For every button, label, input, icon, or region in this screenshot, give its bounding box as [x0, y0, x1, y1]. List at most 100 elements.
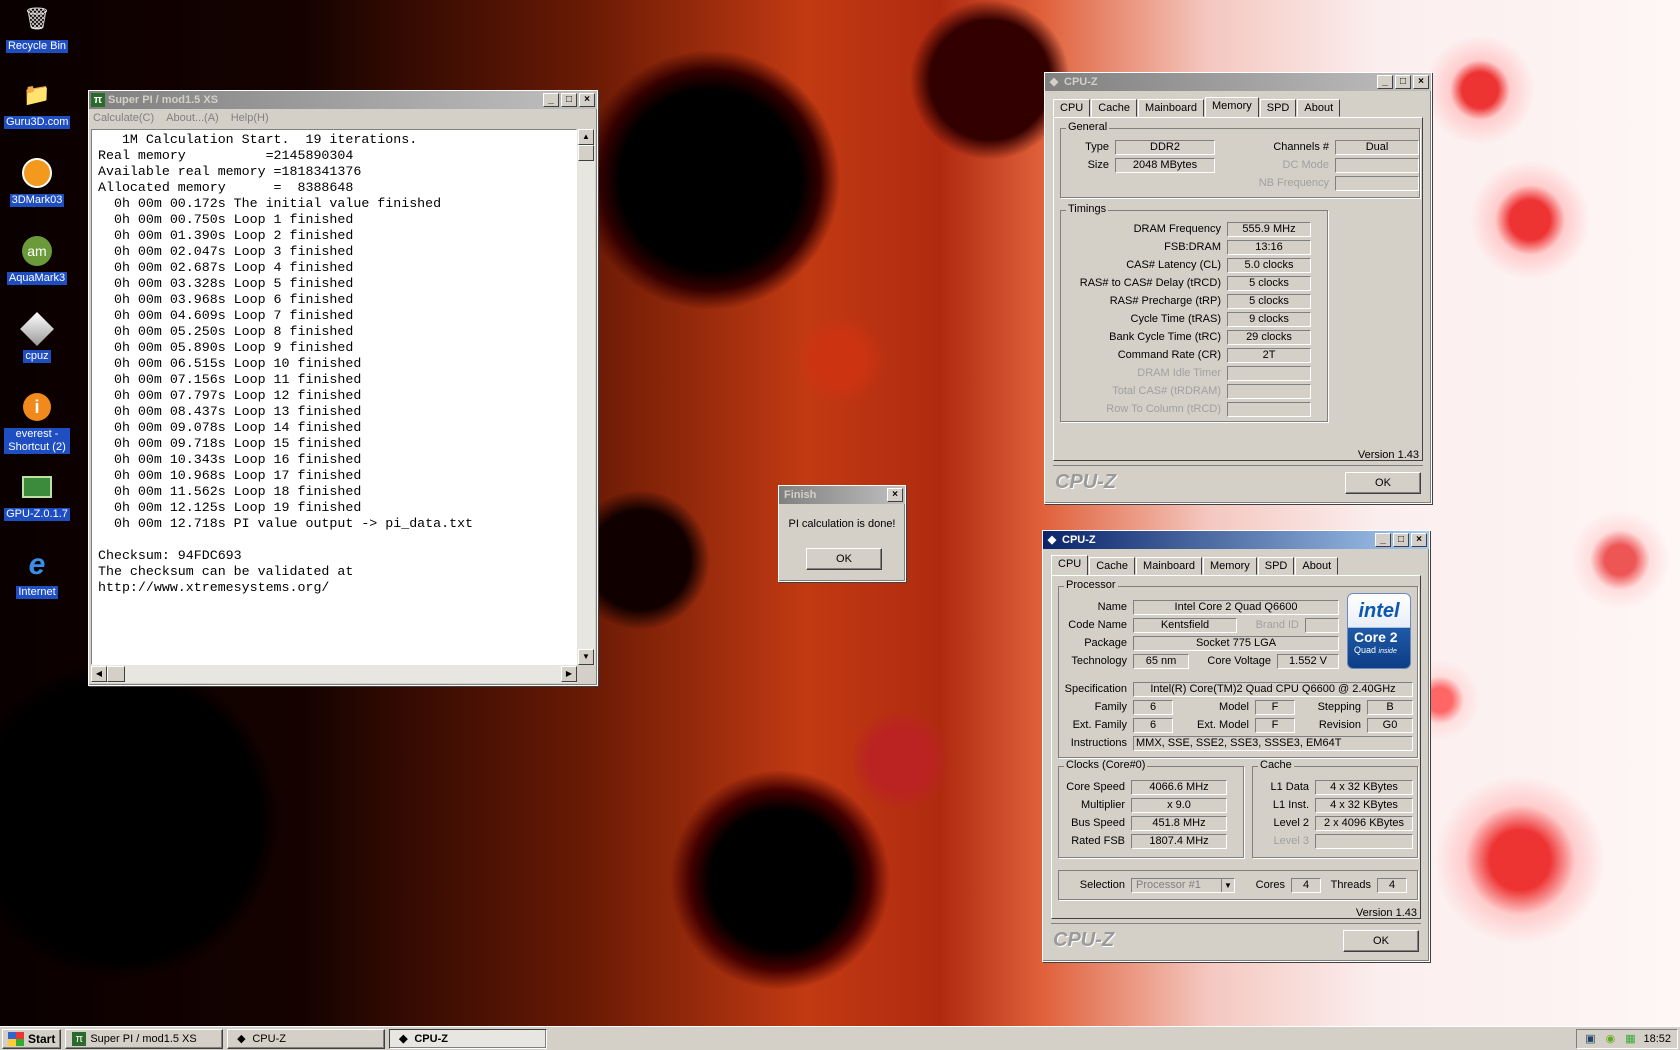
scroll-right-button[interactable]: ▶ — [561, 666, 577, 682]
tab-spd[interactable]: SPD — [1259, 99, 1297, 117]
processor-select[interactable]: Processor #1 ▼ — [1131, 877, 1235, 893]
timing-label: RAS# Precharge (tRP) — [1109, 295, 1221, 307]
desktop-icon-recycle-bin[interactable]: 🗑 Recycle Bin — [4, 2, 70, 53]
desktop-icon-3dmark03[interactable]: 3DMark03 — [4, 156, 70, 207]
task-cpuz-1[interactable]: ◆ CPU-Z — [227, 1028, 386, 1049]
everest-icon: i — [20, 390, 54, 424]
intel-brand: intel — [1358, 600, 1400, 622]
monitor-icon[interactable]: ▦ — [1623, 1033, 1637, 1045]
superpi-titlebar[interactable]: π Super PI / mod1.5 XS _ □ × — [89, 91, 597, 109]
ratedfsb-label: Rated FSB — [1071, 835, 1125, 847]
horizontal-scrollbar[interactable]: ◀ ▶ — [91, 665, 577, 683]
channels-label: Channels # — [1273, 141, 1329, 153]
network-icon[interactable]: ▣ — [1583, 1033, 1597, 1045]
maximize-button[interactable]: □ — [561, 93, 577, 107]
close-button[interactable]: × — [1413, 75, 1429, 89]
scroll-up-button[interactable]: ▲ — [578, 129, 594, 145]
close-button[interactable]: × — [887, 488, 903, 502]
cpuz-logo: CPU-Z — [1055, 471, 1117, 493]
clock[interactable]: 18:52 — [1643, 1033, 1671, 1045]
finish-ok-button[interactable]: OK — [806, 548, 882, 570]
dialog-title: Finish — [784, 489, 817, 501]
maximize-button[interactable]: □ — [1395, 75, 1411, 89]
menu-help[interactable]: Help(H) — [231, 112, 269, 124]
l1inst-value: 4 x 32 KBytes — [1315, 797, 1413, 813]
maximize-button[interactable]: □ — [1393, 533, 1409, 547]
voltage-label: Core Voltage — [1207, 655, 1271, 667]
cpuz-cpu-titlebar[interactable]: ◆ CPU-Z _ □ × — [1043, 531, 1429, 549]
tab-cache[interactable]: Cache — [1091, 99, 1138, 117]
minimize-button[interactable]: _ — [1375, 533, 1391, 547]
tab-cpu[interactable]: CPU — [1051, 555, 1089, 576]
tab-about[interactable]: About — [1295, 557, 1339, 575]
superpi-output-area[interactable]: 1M Calculation Start. 19 iterations. Rea… — [91, 129, 577, 665]
3dmark-icon — [20, 156, 54, 190]
desktop-icon-label: GPU-Z.0.1.7 — [4, 508, 70, 521]
scroll-left-button[interactable]: ◀ — [91, 666, 107, 682]
tab-spd[interactable]: SPD — [1257, 557, 1295, 575]
desktop-icon-gpuz[interactable]: GPU-Z.0.1.7 — [4, 470, 70, 521]
menu-about[interactable]: About...(A) — [166, 112, 219, 124]
vertical-scrollbar[interactable]: ▲ ▼ — [577, 129, 595, 665]
start-button[interactable]: Start — [2, 1028, 62, 1049]
tab-mainboard[interactable]: Mainboard — [1138, 99, 1205, 117]
cpuz-memory-window: ◆ CPU-Z _ □ × CPU Cache Mainboard Memory… — [1044, 72, 1432, 504]
spec-value: Intel(R) Core(TM)2 Quad CPU Q6600 @ 2.40… — [1133, 681, 1413, 697]
superpi-window: π Super PI / mod1.5 XS _ □ × Calculate(C… — [88, 90, 598, 686]
timing-value: 29 clocks — [1227, 329, 1311, 345]
finish-dialog: Finish × PI calculation is done! OK — [778, 485, 906, 582]
desktop-icon-everest[interactable]: i everest - Shortcut (2) — [4, 390, 70, 454]
technology-value: 65 nm — [1133, 653, 1189, 669]
tab-cache[interactable]: Cache — [1089, 557, 1136, 575]
codename-value: Kentsfield — [1133, 617, 1237, 633]
scroll-thumb-horizontal[interactable] — [107, 666, 125, 682]
cpuz-tabs: CPU Cache Mainboard Memory SPD About — [1051, 555, 1421, 576]
nvidia-icon[interactable]: ◉ — [1603, 1033, 1617, 1045]
tab-memory[interactable]: Memory — [1203, 557, 1257, 575]
voltage-value: 1.552 V — [1277, 653, 1339, 669]
desktop-icon-guru3d[interactable]: 📁 Guru3D.com — [4, 78, 71, 129]
tab-mainboard[interactable]: Mainboard — [1136, 557, 1203, 575]
taskbar: Start π Super PI / mod1.5 XS ◆ CPU-Z ◆ C… — [0, 1026, 1680, 1050]
minimize-button[interactable]: _ — [543, 93, 559, 107]
desktop-icon-internet[interactable]: e Internet — [4, 548, 70, 599]
ok-button[interactable]: OK — [1345, 471, 1421, 494]
tab-memory[interactable]: Memory — [1205, 97, 1259, 118]
timing-row: FSB:DRAM 13:16 — [1061, 239, 1311, 255]
ok-button[interactable]: OK — [1343, 929, 1419, 952]
cpuz-app-icon: ◆ — [399, 1032, 408, 1045]
cpuz-memory-titlebar[interactable]: ◆ CPU-Z _ □ × — [1045, 73, 1431, 91]
cpuz-app-icon: ◆ — [1049, 76, 1059, 88]
intel-core2-quad-logo: intel Core 2 Quad inside — [1347, 593, 1411, 669]
cpu-panel: Processor Name Intel Core 2 Quad Q6600 C… — [1051, 575, 1421, 919]
threads-label: Threads — [1330, 879, 1371, 891]
cpuz-tabs: CPU Cache Mainboard Memory SPD About — [1053, 97, 1423, 118]
extmodel-value: F — [1255, 717, 1295, 733]
cache-group: Cache L1 Data 4 x 32 KBytes L1 Inst. 4 x… — [1252, 759, 1418, 858]
brandid-label: Brand ID — [1255, 619, 1299, 631]
desktop-icon-aquamark3[interactable]: am AquaMark3 — [4, 234, 70, 285]
timing-row: Command Rate (CR) 2T — [1061, 347, 1311, 363]
level2-value: 2 x 4096 KBytes — [1315, 815, 1413, 831]
close-button[interactable]: × — [1411, 533, 1427, 547]
menu-calculate[interactable]: Calculate(C) — [93, 112, 154, 124]
finish-titlebar[interactable]: Finish × — [779, 486, 905, 504]
version-label: Version 1.43 — [1355, 907, 1417, 919]
busspeed-label: Bus Speed — [1071, 817, 1125, 829]
type-label: Type — [1085, 141, 1109, 153]
extfamily-label: Ext. Family — [1072, 719, 1127, 731]
desktop-icon-cpuz[interactable]: cpuz — [4, 312, 70, 363]
close-button[interactable]: × — [579, 93, 595, 107]
scroll-thumb[interactable] — [578, 145, 594, 161]
processor-select-value: Processor #1 — [1136, 878, 1201, 891]
task-superpi[interactable]: π Super PI / mod1.5 XS — [65, 1028, 224, 1049]
window-title: Super PI / mod1.5 XS — [108, 94, 219, 106]
folder-icon: 📁 — [23, 82, 51, 107]
corespeed-value: 4066.6 MHz — [1131, 779, 1227, 795]
tab-about[interactable]: About — [1297, 99, 1341, 117]
tab-cpu[interactable]: CPU — [1053, 99, 1091, 117]
minimize-button[interactable]: _ — [1377, 75, 1393, 89]
task-cpuz-2[interactable]: ◆ CPU-Z — [389, 1028, 548, 1049]
group-title: Clocks (Core#0) — [1064, 759, 1148, 771]
scroll-down-button[interactable]: ▼ — [578, 649, 594, 665]
